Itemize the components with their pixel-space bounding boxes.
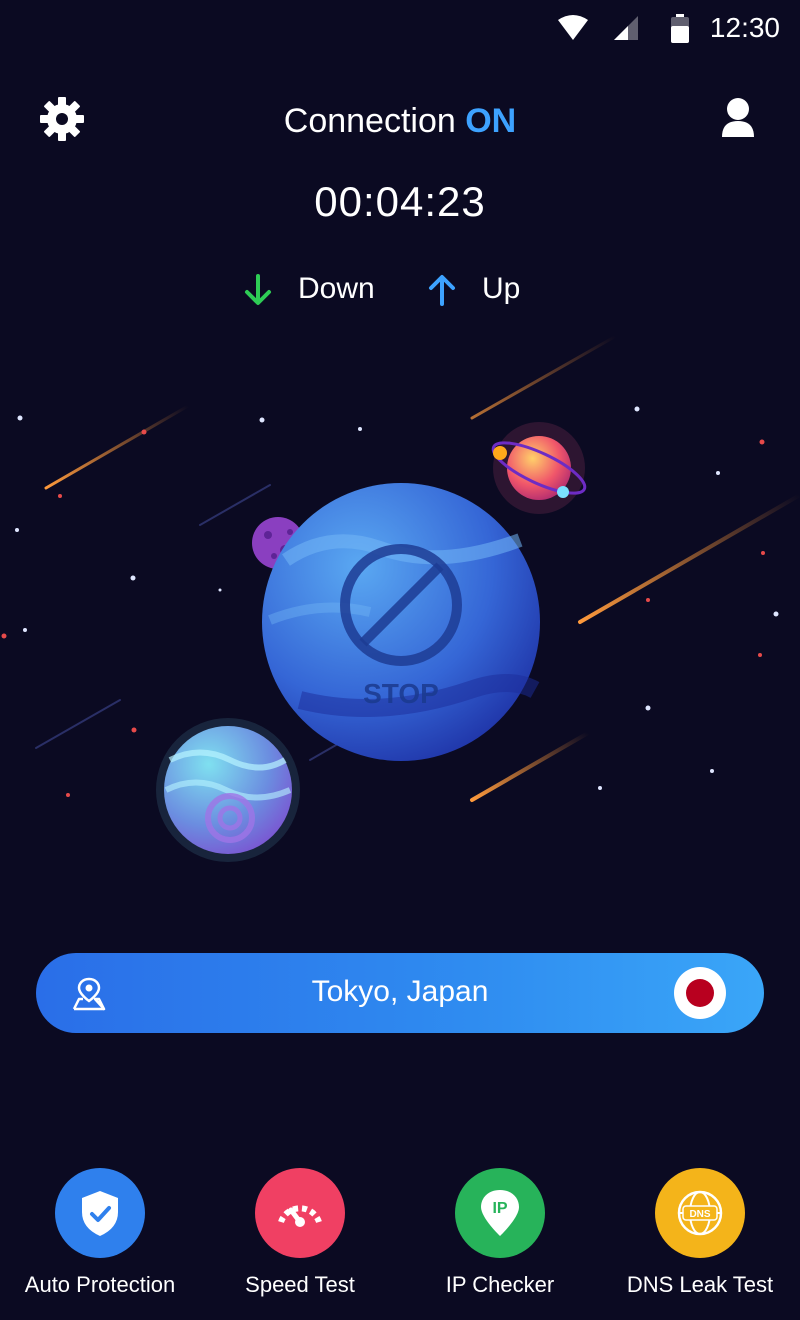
up-arrow-icon xyxy=(429,275,455,306)
speedometer-icon xyxy=(278,1205,322,1227)
svg-text:DNS: DNS xyxy=(689,1209,710,1220)
dns-globe-icon: DNS xyxy=(677,1190,723,1236)
striped-planet xyxy=(156,718,300,862)
down-arrow-icon xyxy=(245,274,271,305)
auto-protection-button[interactable]: Auto Protection xyxy=(10,1168,190,1298)
ip-checker-circle: IP xyxy=(455,1168,545,1258)
location-selector[interactable]: Tokyo, Japan xyxy=(36,953,764,1033)
speed-indicators: Down Up xyxy=(0,270,800,310)
battery-icon xyxy=(671,14,689,43)
ip-location-icon: IP xyxy=(481,1190,519,1236)
connection-timer: 00:04:23 xyxy=(314,178,486,225)
up-label: Up xyxy=(482,272,521,305)
connection-title: Connection ON xyxy=(0,102,800,141)
auto-protection-label: Auto Protection xyxy=(24,1272,176,1297)
ip-checker-label: IP Checker xyxy=(445,1272,555,1297)
location-name: Tokyo, Japan xyxy=(311,975,489,1008)
status-bar: 12:30 xyxy=(0,0,800,56)
ip-checker-button[interactable]: IP IP Checker xyxy=(410,1168,590,1298)
down-label: Down xyxy=(298,272,375,305)
speed-test-button[interactable]: Speed Test xyxy=(210,1168,390,1298)
japan-flag-icon xyxy=(674,967,726,1019)
speed-test-circle xyxy=(255,1168,345,1258)
stop-button[interactable] xyxy=(262,484,540,762)
shield-check-icon xyxy=(82,1191,118,1236)
stop-button-label: STOP xyxy=(363,678,439,709)
cell-signal-icon xyxy=(614,16,638,40)
connection-title-prefix: Connection xyxy=(283,102,456,140)
dns-leak-test-button[interactable]: DNS DNS Leak Test xyxy=(610,1168,790,1298)
speed-test-label: Speed Test xyxy=(245,1272,355,1297)
status-time: 12:30 xyxy=(709,12,780,43)
profile-icon[interactable] xyxy=(714,95,762,143)
connection-status: ON xyxy=(465,102,517,140)
dns-leak-test-label: DNS Leak Test xyxy=(626,1272,774,1297)
dns-leak-test-circle: DNS xyxy=(655,1168,745,1258)
ringed-planet xyxy=(491,422,587,514)
svg-text:IP: IP xyxy=(492,1200,507,1217)
auto-protection-circle xyxy=(55,1168,145,1258)
wifi-icon xyxy=(558,15,588,40)
